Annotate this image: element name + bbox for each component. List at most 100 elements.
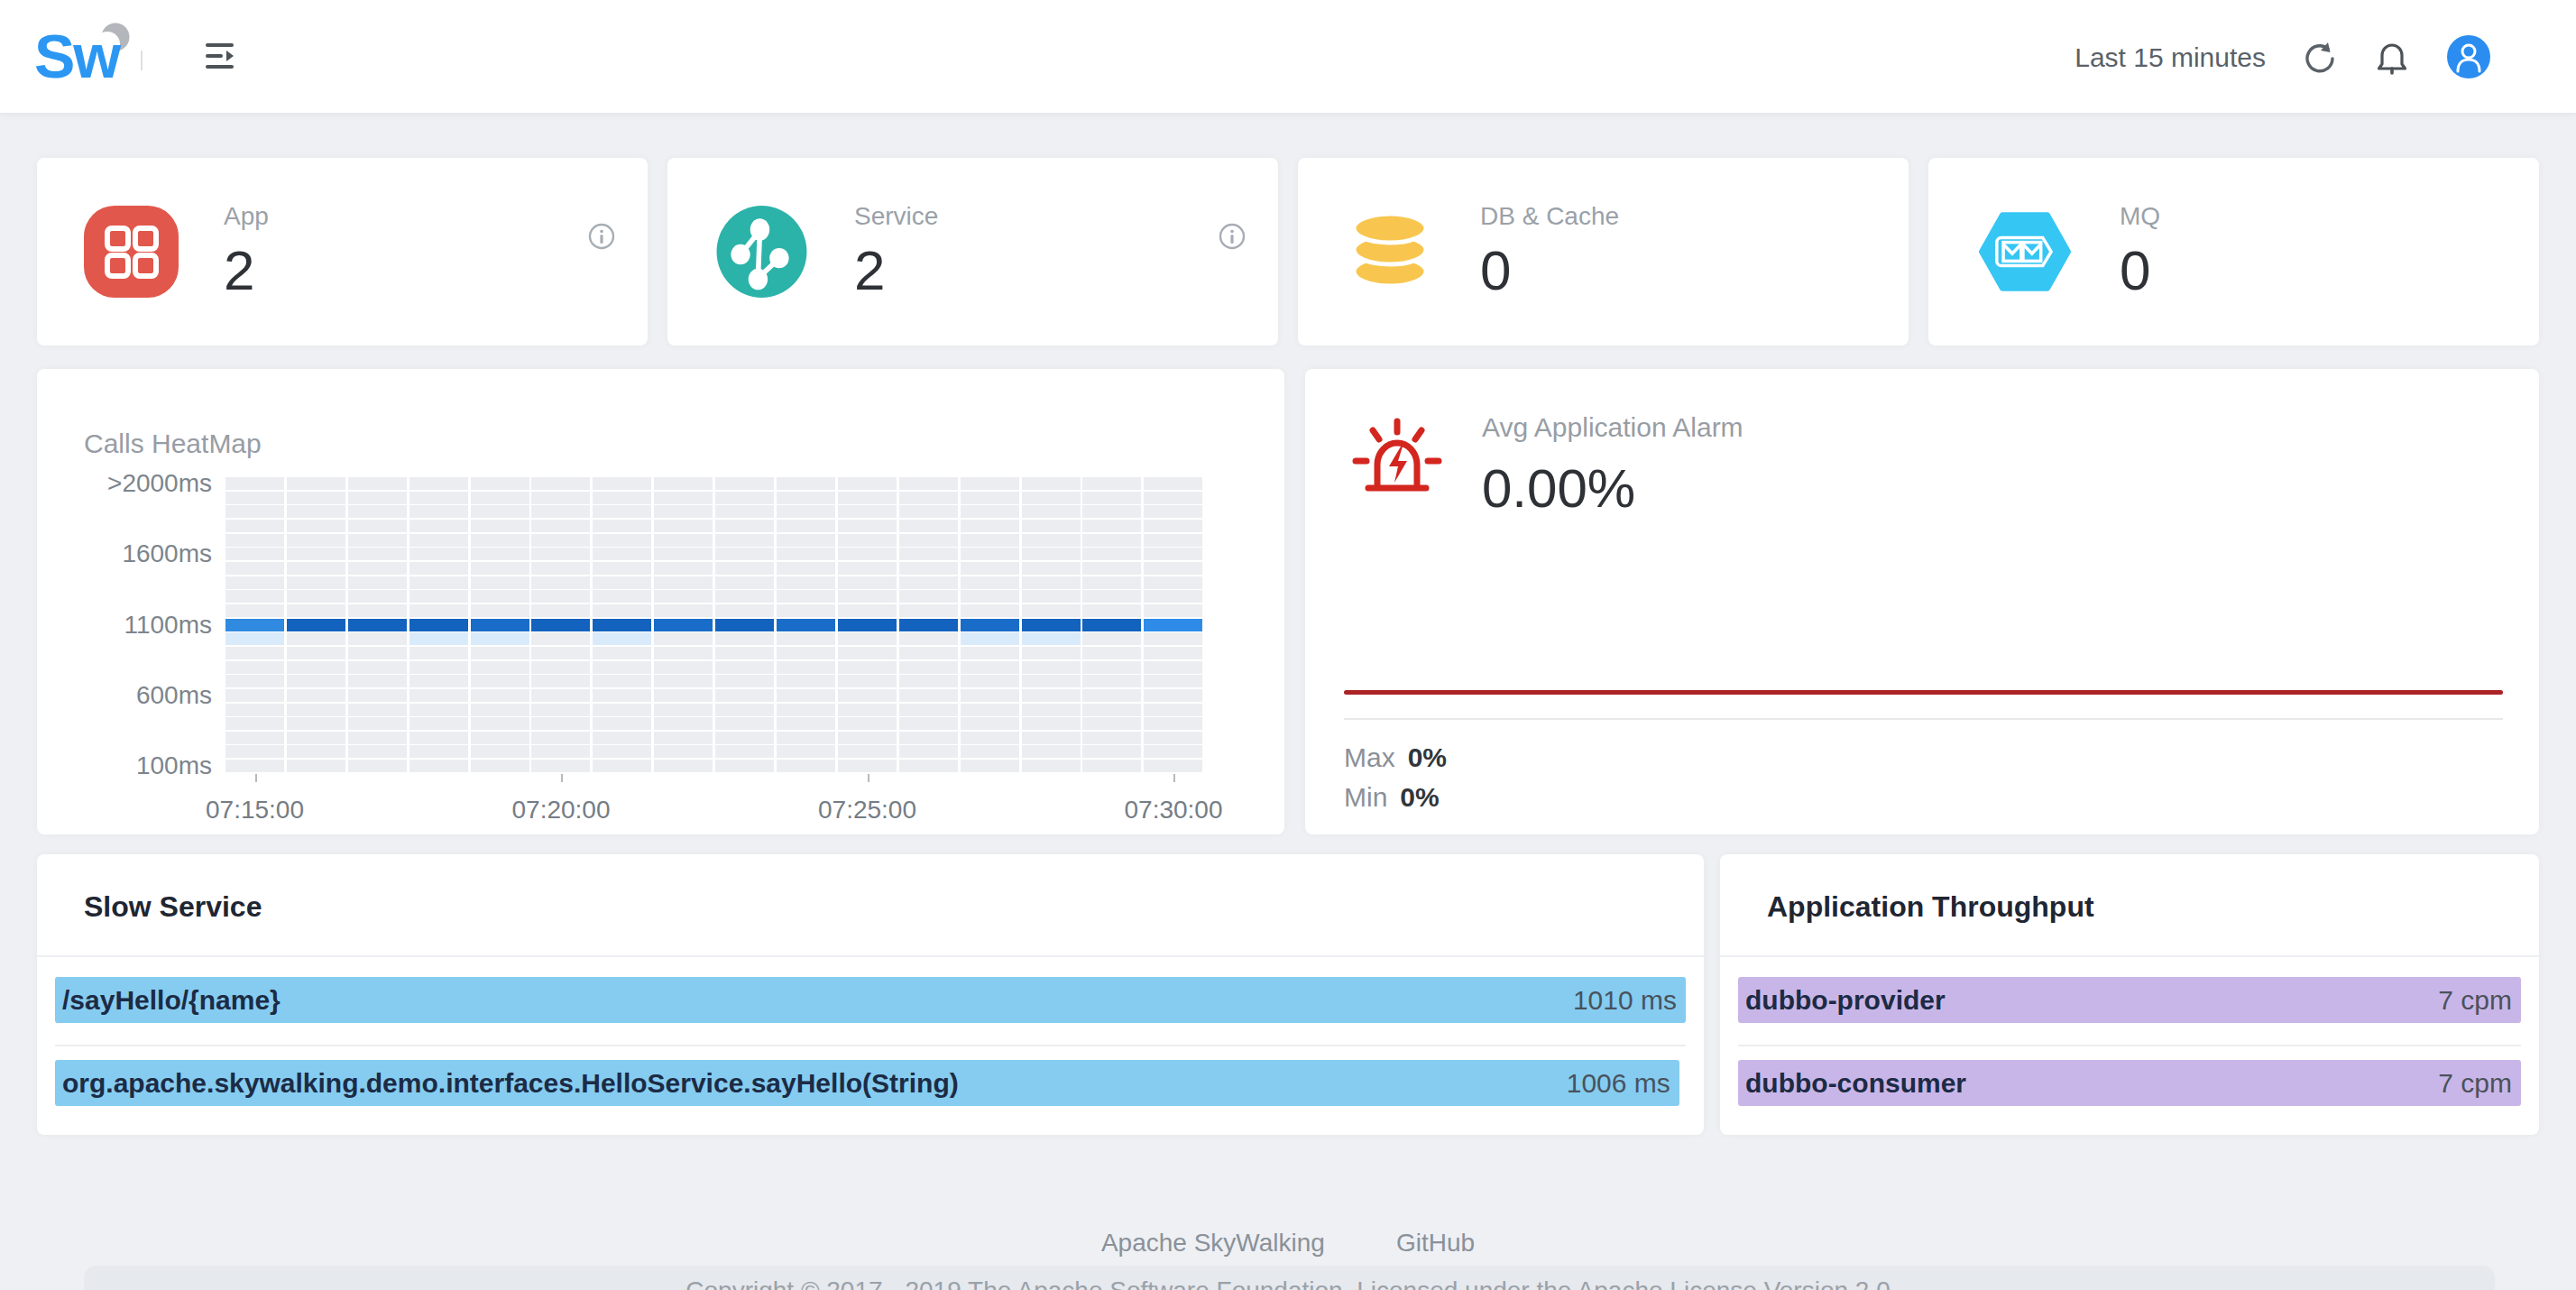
user-avatar[interactable] [2447, 35, 2490, 78]
heatmap-x-label: 07:30:00 [1074, 796, 1273, 825]
heatmap-cell [409, 745, 468, 758]
stat-card-service[interactable]: Service 2 [667, 158, 1278, 346]
heatmap-cell [715, 477, 774, 490]
divider [1720, 955, 2539, 957]
heatmap-cell [287, 704, 345, 716]
heatmap-cell [531, 619, 590, 631]
heatmap-cell [777, 704, 835, 716]
stat-card-app[interactable]: App 2 [37, 158, 648, 346]
heatmap-cell [961, 604, 1019, 617]
slow-service-bar[interactable]: /sayHello/{name} 1010 ms [55, 977, 1686, 1023]
heatmap-cell [838, 590, 897, 603]
info-icon[interactable] [588, 223, 615, 250]
heatmap-cell [1022, 604, 1081, 617]
heatmap-cell [1022, 704, 1081, 716]
heatmap-cell [654, 548, 713, 560]
heatmap-cell [531, 477, 590, 490]
heatmap-cell [409, 477, 468, 490]
heatmap-cell [409, 619, 468, 631]
heatmap-cell [348, 505, 407, 518]
heatmap-cell [531, 732, 590, 744]
heatmap-cell [593, 689, 651, 702]
heatmap-cell [593, 477, 651, 490]
heatmap-cell [409, 760, 468, 772]
heatmap-cell [409, 647, 468, 659]
heatmap-cell [287, 604, 345, 617]
heatmap-cell [348, 745, 407, 758]
heatmap-cell [1082, 534, 1141, 547]
heatmap-cell [899, 717, 958, 730]
heatmap-y-label: 1600ms [37, 539, 212, 568]
heatmap-cell [899, 675, 958, 687]
heatmap-cell [225, 675, 284, 687]
heatmap-cell [409, 732, 468, 744]
stat-card-db-cache[interactable]: DB & Cache 0 [1298, 158, 1909, 346]
heatmap-cell [593, 534, 651, 547]
divider [37, 955, 1704, 957]
heatmap-cell [348, 492, 407, 504]
footer-link-github[interactable]: GitHub [1396, 1229, 1475, 1258]
heatmap-cell [715, 661, 774, 674]
skywalking-logo[interactable]: Sw [32, 14, 177, 96]
throughput-bar[interactable]: dubbo-consumer 7 cpm [1738, 1060, 2521, 1106]
heatmap-cell [287, 732, 345, 744]
heatmap-cell [1022, 477, 1081, 490]
heatmap-cell [1144, 604, 1202, 617]
menu-unfold-icon[interactable] [205, 41, 235, 71]
heatmap-cell [1082, 760, 1141, 772]
heatmap-cell [531, 717, 590, 730]
heatmap-cell [777, 675, 835, 687]
slow-service-panel: Slow Service /sayHello/{name} 1010 ms or… [37, 854, 1704, 1135]
heatmap-y-label: 600ms [37, 681, 212, 710]
heatmap-cell [1144, 520, 1202, 532]
heatmap-cell [471, 745, 529, 758]
heatmap-cell [1082, 505, 1141, 518]
time-range-selector[interactable]: Last 15 minutes [2075, 42, 2266, 73]
heatmap-cell [225, 505, 284, 518]
heatmap-cell [1144, 760, 1202, 772]
heatmap-cell [1022, 675, 1081, 687]
application-throughput-title: Application Throughput [1767, 890, 2094, 924]
heatmap-cell [654, 520, 713, 532]
slow-service-bar[interactable]: org.apache.skywalking.demo.interfaces.He… [55, 1060, 1679, 1106]
heatmap-cell [348, 477, 407, 490]
heatmap-cell [899, 520, 958, 532]
stat-label: Service [854, 202, 938, 231]
heatmap-y-label: 1100ms [37, 611, 212, 640]
heatmap-grid[interactable] [225, 477, 1202, 772]
heatmap-cell [838, 619, 897, 631]
refresh-icon[interactable] [2303, 41, 2337, 75]
heatmap-cell [899, 477, 958, 490]
heatmap-cell [593, 590, 651, 603]
heatmap-cell [225, 647, 284, 659]
stat-card-mq[interactable]: MQ 0 [1928, 158, 2539, 346]
heatmap-cell [471, 520, 529, 532]
alarm-title: Avg Application Alarm [1482, 412, 1743, 443]
heatmap-cell [287, 760, 345, 772]
heatmap-cell [1144, 548, 1202, 560]
heatmap-cell [961, 534, 1019, 547]
application-throughput-panel: Application Throughput dubbo-provider 7 … [1720, 854, 2539, 1135]
footer-link-apache-skywalking[interactable]: Apache SkyWalking [1101, 1229, 1325, 1258]
heatmap-cell [1144, 647, 1202, 659]
info-icon[interactable] [1219, 223, 1246, 250]
heatmap-cell [654, 760, 713, 772]
heatmap-cell [1144, 590, 1202, 603]
heatmap-cell [287, 619, 345, 631]
heatmap-cell [654, 590, 713, 603]
heatmap-cell [593, 492, 651, 504]
heatmap-cell [1144, 492, 1202, 504]
heatmap-cell [409, 604, 468, 617]
heatmap-cell [409, 534, 468, 547]
heatmap-cell [715, 689, 774, 702]
heatmap-cell [225, 576, 284, 589]
heatmap-cell [1144, 477, 1202, 490]
heatmap-cell [1022, 689, 1081, 702]
heatmap-cell [409, 492, 468, 504]
heatmap-cell [225, 562, 284, 575]
heatmap-cell [287, 590, 345, 603]
throughput-bar[interactable]: dubbo-provider 7 cpm [1738, 977, 2521, 1023]
notification-bell-icon[interactable] [2375, 41, 2409, 77]
bar-label: /sayHello/{name} [55, 985, 281, 1016]
heatmap-cell [715, 548, 774, 560]
